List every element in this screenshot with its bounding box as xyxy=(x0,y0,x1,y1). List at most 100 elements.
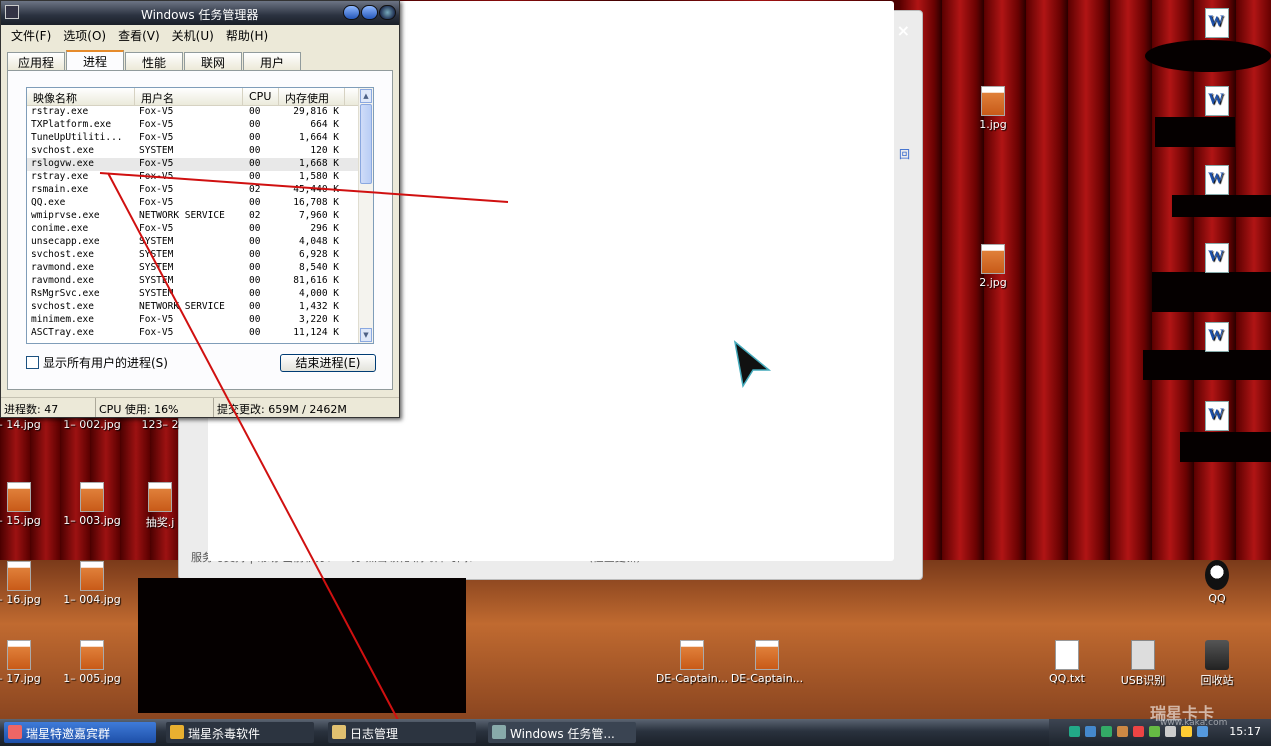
taskbar-button[interactable]: 瑞星杀毒软件 xyxy=(166,722,314,743)
table-row[interactable]: wmiprvse.exe NETWORK SERVICE 02 7,960 K xyxy=(27,210,373,223)
table-row[interactable]: svchost.exe SYSTEM 00 6,928 K xyxy=(27,249,373,262)
desktop-icon[interactable]: DE-Captain... xyxy=(655,640,729,685)
word-doc-icon[interactable] xyxy=(1180,86,1254,118)
tab-performance[interactable]: 性能 xyxy=(125,52,183,70)
table-row[interactable]: ASCTray.exe Fox-V5 00 11,124 K xyxy=(27,327,373,340)
cell-cpu: 00 xyxy=(249,106,261,117)
tab-users[interactable]: 用户 xyxy=(243,52,301,70)
cell-user-name: Fox-V5 xyxy=(139,327,174,338)
table-row[interactable]: svchost.exe SYSTEM 00 120 K xyxy=(27,145,373,158)
desktop-icon[interactable]: 1– 002.jpg xyxy=(55,418,129,431)
word-doc-icon[interactable] xyxy=(1180,322,1254,354)
clock[interactable]: 15:17 xyxy=(1229,725,1261,738)
col-cpu[interactable]: CPU xyxy=(243,88,279,105)
title-bar[interactable]: Windows 任务管理器 xyxy=(1,1,399,25)
cell-memory: 4,048 K xyxy=(298,236,339,247)
tray-icon[interactable] xyxy=(1149,726,1160,737)
cell-cpu: 00 xyxy=(249,119,261,130)
menu-help[interactable]: 帮助(H) xyxy=(220,25,274,45)
status-bar: 进程数: 47 CPU 使用: 16% 提交更改: 659M / 2462M xyxy=(1,397,399,417)
table-row[interactable]: QQ.exe Fox-V5 00 16,708 K xyxy=(27,197,373,210)
desktop-icon[interactable]: USB识别 xyxy=(1106,640,1180,688)
word-doc-icon[interactable] xyxy=(1180,8,1254,40)
task-manager-icon xyxy=(5,5,19,19)
cell-memory: 29,816 K xyxy=(293,106,339,117)
tab-processes[interactable]: 进程 xyxy=(66,50,124,70)
cell-image-name: RsMgrSvc.exe xyxy=(31,288,100,299)
desktop-icon[interactable]: QQ.txt xyxy=(1030,640,1104,685)
group-icon xyxy=(8,725,22,739)
col-memory[interactable]: 内存使用 xyxy=(279,88,345,105)
redaction-box xyxy=(1143,350,1271,380)
table-row[interactable]: unsecapp.exe SYSTEM 00 4,048 K xyxy=(27,236,373,249)
table-row[interactable]: TuneUpUtiliti... Fox-V5 00 1,664 K xyxy=(27,132,373,145)
end-process-button[interactable]: 结束进程(E) xyxy=(280,354,376,372)
desktop-icon[interactable]: 1– 003.jpg xyxy=(55,482,129,527)
desktop-icon[interactable]: – 14.jpg xyxy=(0,418,56,431)
word-doc-icon[interactable] xyxy=(1180,401,1254,433)
menu-file[interactable]: 文件(F) xyxy=(5,25,57,45)
process-list-scrollbar[interactable]: ▲ ▼ xyxy=(358,88,373,343)
table-row[interactable]: conime.exe Fox-V5 00 296 K xyxy=(27,223,373,236)
desktop-icon[interactable]: DE-Captain... xyxy=(730,640,804,685)
close-button[interactable] xyxy=(379,5,396,20)
scroll-down-icon[interactable]: ▼ xyxy=(360,328,372,342)
window-title: Windows 任务管理器 xyxy=(141,8,259,22)
menu-shutdown[interactable]: 关机(U) xyxy=(166,25,220,45)
side-link[interactable]: 回 xyxy=(899,146,910,162)
tray-icon[interactable] xyxy=(1101,726,1112,737)
close-icon[interactable]: × xyxy=(897,21,910,40)
table-row[interactable]: svchost.exe NETWORK SERVICE 00 1,432 K xyxy=(27,301,373,314)
desktop-icon[interactable]: 1– 004.jpg xyxy=(55,561,129,606)
desktop-icon[interactable]: – 17.jpg xyxy=(0,640,56,685)
table-row[interactable]: RsMgrSvc.exe SYSTEM 00 4,000 K xyxy=(27,288,373,301)
cell-cpu: 00 xyxy=(249,275,261,286)
table-row[interactable]: TXPlatform.exe Fox-V5 00 664 K xyxy=(27,119,373,132)
taskbar-button[interactable]: 瑞星特邀嘉宾群 xyxy=(4,722,156,743)
desktop-icon[interactable]: – 15.jpg xyxy=(0,482,56,527)
col-image-name[interactable]: 映像名称 xyxy=(27,88,135,105)
scroll-up-icon[interactable]: ▲ xyxy=(360,89,372,103)
table-row[interactable]: ravmond.exe SYSTEM 00 8,540 K xyxy=(27,262,373,275)
show-all-users-option[interactable]: 显示所有用户的进程(S) xyxy=(26,354,168,371)
tray-icon[interactable] xyxy=(1085,726,1096,737)
tab-applications[interactable]: 应用程序 xyxy=(7,52,65,87)
taskbar-button[interactable]: Windows 任务管... xyxy=(488,722,636,743)
jpg-file-icon xyxy=(7,561,31,591)
desktop-icon[interactable]: 1– 005.jpg xyxy=(55,640,129,685)
menu-view[interactable]: 查看(V) xyxy=(112,25,166,45)
word-icon xyxy=(1205,86,1229,116)
desktop-icon[interactable]: QQ xyxy=(1180,560,1254,605)
cell-cpu: 00 xyxy=(249,158,261,169)
desktop-icon[interactable]: 2.jpg xyxy=(956,244,1030,289)
word-doc-icon[interactable] xyxy=(1180,165,1254,197)
tab-networking[interactable]: 联网 xyxy=(184,52,242,70)
cell-image-name: rstray.exe xyxy=(31,171,89,182)
table-row[interactable]: rstray.exe Fox-V5 00 29,816 K xyxy=(27,106,373,119)
desktop-icon[interactable]: 123– 2 xyxy=(123,418,197,431)
show-all-users-checkbox[interactable] xyxy=(26,356,39,369)
jpg-file-icon xyxy=(7,640,31,670)
taskbar-button[interactable]: 日志管理 xyxy=(328,722,476,743)
maximize-button[interactable] xyxy=(361,5,378,20)
minimize-button[interactable] xyxy=(343,5,360,20)
tray-icon[interactable] xyxy=(1069,726,1080,737)
process-list[interactable]: 映像名称 用户名 CPU 内存使用 rstray.exe Fox-V5 00 29,8… xyxy=(26,87,374,344)
tray-icon[interactable] xyxy=(1133,726,1144,737)
table-row[interactable]: minimem.exe Fox-V5 00 3,220 K xyxy=(27,314,373,327)
table-row[interactable]: ravmond.exe SYSTEM 00 81,616 K xyxy=(27,275,373,288)
desktop-icon[interactable]: – 16.jpg xyxy=(0,561,56,606)
word-doc-icon[interactable] xyxy=(1180,243,1254,275)
tray-icon[interactable] xyxy=(1117,726,1128,737)
cell-cpu: 00 xyxy=(249,145,261,156)
scroll-thumb[interactable] xyxy=(360,104,372,184)
table-row[interactable]: rstray.exe Fox-V5 00 1,580 K xyxy=(27,171,373,184)
desktop-icon[interactable]: 回收站 xyxy=(1180,640,1254,688)
table-row[interactable]: rsmain.exe Fox-V5 02 45,440 K xyxy=(27,184,373,197)
col-user-name[interactable]: 用户名 xyxy=(135,88,243,105)
table-row[interactable]: rslogvw.exe Fox-V5 00 1,668 K xyxy=(27,158,373,171)
desktop-icon[interactable]: 1.jpg xyxy=(956,86,1030,131)
menu-options[interactable]: 选项(O) xyxy=(57,25,112,45)
desktop-icon[interactable]: 抽奖.j xyxy=(123,482,197,530)
cell-user-name: NETWORK SERVICE xyxy=(139,301,225,312)
